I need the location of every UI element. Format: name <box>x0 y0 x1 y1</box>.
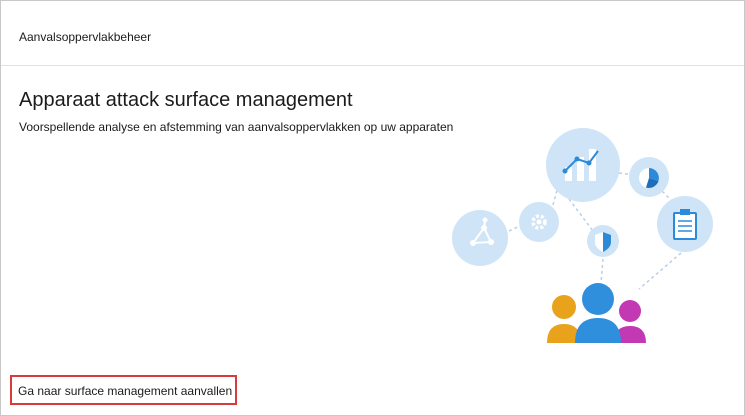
go-to-attack-surface-management-link[interactable]: Ga naar surface management aanvallen <box>18 384 232 398</box>
pie-chart-icon <box>629 157 669 197</box>
attack-surface-illustration <box>452 128 713 343</box>
page-subtitle: Voorspellende analyse en afstemming van … <box>19 120 454 134</box>
people-group-icon <box>547 283 646 343</box>
panel: Aanvalsoppervlakbeheer Apparaat attack s… <box>0 0 745 416</box>
clipboard-list-icon <box>657 196 713 252</box>
panel-header: Aanvalsoppervlakbeheer <box>1 1 744 66</box>
header-title: Aanvalsoppervlakbeheer <box>19 30 152 44</box>
network-graph-icon <box>452 210 508 266</box>
page-title: Apparaat attack surface management <box>19 89 353 111</box>
shield-icon <box>587 225 619 257</box>
bar-chart-icon <box>546 128 620 202</box>
settings-gear-icon <box>519 202 559 242</box>
